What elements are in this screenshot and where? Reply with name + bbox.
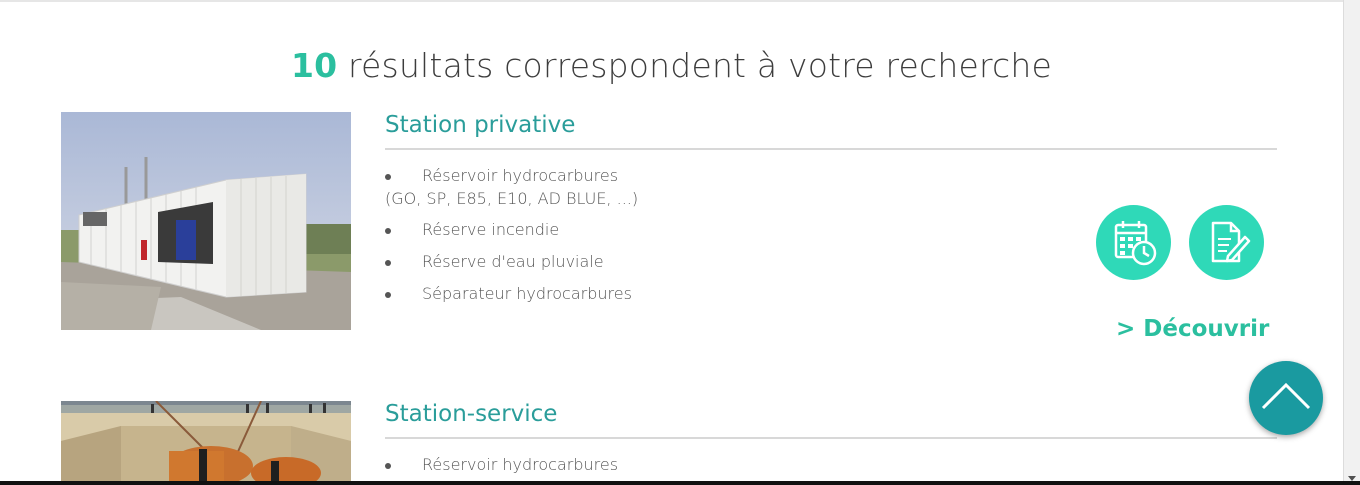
result-image[interactable] — [61, 401, 351, 485]
feature-list: Réservoir hydrocarbures (GO, SP, E85, E1… — [385, 164, 638, 314]
feature-item: Séparateur hydrocarbures — [385, 282, 638, 306]
feature-item: Réserve incendie — [385, 218, 638, 242]
feature-label: Réserve incendie — [422, 220, 560, 239]
result-divider — [385, 148, 1277, 150]
bottom-edge — [0, 481, 1360, 485]
feature-note: (GO, SP, E85, E10, AD BLUE, ...) — [385, 189, 639, 208]
feature-label: Séparateur hydrocarbures — [422, 284, 632, 303]
back-to-top-button[interactable] — [1249, 361, 1323, 435]
bullet — [385, 228, 391, 234]
feature-item: Réserve d'eau pluviale — [385, 250, 638, 274]
feature-label: Réserve d'eau pluviale — [422, 252, 604, 271]
quote-button[interactable] — [1096, 205, 1171, 280]
result-title[interactable]: Station privative — [385, 112, 575, 138]
result-divider — [385, 437, 1277, 439]
document-button[interactable] — [1189, 205, 1264, 280]
bullet — [385, 260, 391, 266]
results-heading-text: résultats correspondent à votre recherch… — [337, 46, 1053, 86]
bullet — [385, 463, 391, 469]
bullet — [385, 292, 391, 298]
feature-item: Réservoir hydrocarbures (GO, SP, E85, E1… — [385, 164, 638, 210]
feature-label: Réservoir hydrocarbures — [422, 166, 619, 185]
result-card: Station-service Réservoir hydrocarbures … — [61, 401, 1277, 485]
buried-tank-installation-photo — [61, 401, 351, 485]
page: 10 résultats correspondent à votre reche… — [0, 0, 1343, 485]
feature-label: Réservoir hydrocarbures — [422, 455, 619, 474]
results-count: 10 — [290, 46, 338, 86]
result-image[interactable] — [61, 112, 351, 330]
container-station-photo — [61, 112, 351, 330]
result-title[interactable]: Station-service — [385, 401, 557, 427]
vertical-scrollbar[interactable] — [1343, 0, 1360, 485]
results-heading: 10 résultats correspondent à votre reche… — [0, 46, 1343, 85]
discover-link[interactable]: > Découvrir — [1116, 316, 1269, 342]
bullet — [385, 174, 391, 180]
result-card: Station privative Réservoir hydrocarbure… — [61, 112, 1277, 352]
calendar-clock-icon — [1114, 221, 1157, 266]
document-pen-icon — [1211, 221, 1251, 263]
chevron-up-icon — [1261, 382, 1311, 410]
